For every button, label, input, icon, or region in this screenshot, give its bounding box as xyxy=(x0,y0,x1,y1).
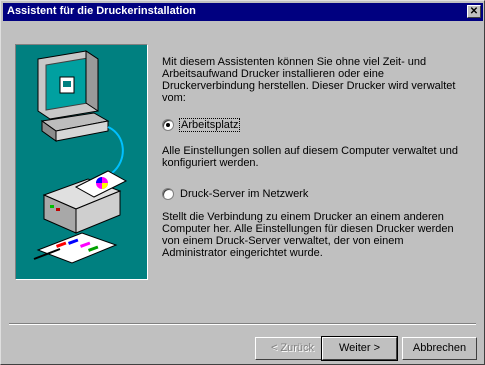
option-netzwerk-description: Stellt die Verbindung zu einem Drucker a… xyxy=(162,211,454,259)
title-bar[interactable]: Assistent für die Druckerinstallation ✕ xyxy=(3,3,483,21)
next-button[interactable]: Weiter > xyxy=(321,336,398,361)
divider xyxy=(9,323,476,325)
radio-unselected-icon xyxy=(162,188,174,200)
option-arbeitsplatz-description: Alle Einstellungen sollen auf diesem Com… xyxy=(162,145,458,169)
cancel-button[interactable]: Abbrechen xyxy=(402,337,477,360)
intro-text: Mit diesem Assistenten können Sie ohne v… xyxy=(162,56,456,104)
next-button-label: Weiter > xyxy=(338,342,381,354)
wizard-window: Assistent für die Druckerinstallation ✕ xyxy=(0,0,485,365)
option-arbeitsplatz-label: Arbeitsplatz xyxy=(178,118,241,132)
option-netzwerk-radio[interactable]: Druck-Server im Netzwerk xyxy=(162,187,308,201)
window-title: Assistent für die Druckerinstallation xyxy=(7,5,196,17)
back-button[interactable]: < Zurück xyxy=(255,337,330,360)
radio-selected-icon xyxy=(162,119,174,131)
close-icon: ✕ xyxy=(469,6,479,17)
option-arbeitsplatz-radio[interactable]: Arbeitsplatz xyxy=(162,118,241,132)
wizard-illustration xyxy=(15,44,148,280)
close-button[interactable]: ✕ xyxy=(467,5,481,18)
computer-printer-icon xyxy=(33,50,128,264)
option-netzwerk-label: Druck-Server im Netzwerk xyxy=(180,188,309,200)
